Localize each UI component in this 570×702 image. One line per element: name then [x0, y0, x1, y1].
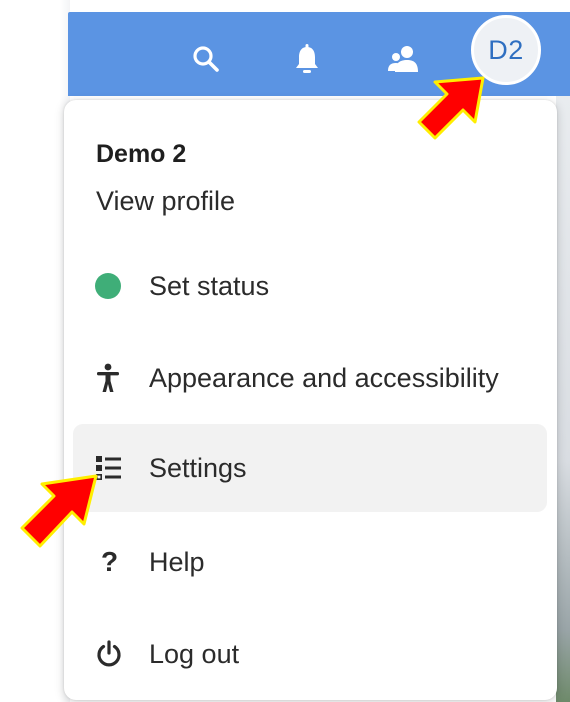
screenshot-page: D2 Demo 2 View profile Set status Appear…: [0, 0, 570, 702]
menu-user-name: Demo 2: [96, 140, 187, 168]
menu-item-label: Log out: [149, 638, 240, 669]
view-profile-link[interactable]: View profile: [96, 186, 235, 217]
menu-item-appearance[interactable]: Appearance and accessibility: [73, 334, 547, 422]
search-icon[interactable]: [189, 42, 223, 76]
power-icon: [95, 640, 141, 668]
avatar-initials: D2: [488, 34, 524, 65]
bell-icon[interactable]: [290, 42, 324, 76]
pointer-arrow-avatar: [417, 76, 485, 140]
background-edge-right: [556, 96, 570, 702]
pointer-arrow-settings: [20, 474, 98, 548]
menu-item-label: Appearance and accessibility: [149, 362, 499, 393]
menu-item-log-out[interactable]: Log out: [73, 610, 547, 698]
menu-item-label: Help: [149, 546, 205, 577]
status-dot-icon: [95, 273, 141, 299]
user-menu-dropdown: Demo 2 View profile Set status Appearanc…: [64, 100, 557, 700]
menu-item-label: Settings: [149, 452, 247, 483]
people-icon[interactable]: [386, 42, 420, 76]
menu-item-settings[interactable]: Settings: [73, 424, 547, 512]
accessibility-icon: [95, 363, 141, 393]
menu-item-help[interactable]: ? Help: [73, 518, 547, 606]
menu-item-set-status[interactable]: Set status: [73, 242, 547, 330]
menu-item-label: Set status: [149, 270, 270, 301]
background-edge: [0, 0, 70, 702]
